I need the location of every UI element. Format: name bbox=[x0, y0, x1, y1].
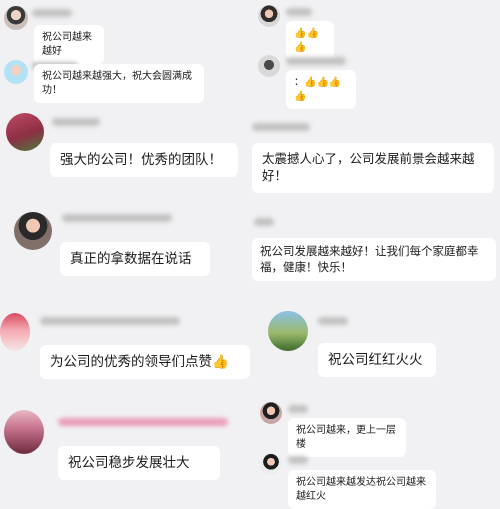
username-blurred bbox=[32, 9, 72, 17]
comment-bubble: 祝公司稳步发展壮大 bbox=[58, 446, 220, 481]
comment-text: ：👍👍👍👍 bbox=[294, 77, 342, 102]
comment-bubble: 祝公司越来，更上一层楼 bbox=[288, 418, 406, 457]
avatar[interactable] bbox=[260, 402, 282, 424]
username-blurred bbox=[62, 214, 172, 222]
comment-text: 强大的公司！优秀的团队！ bbox=[60, 152, 222, 168]
comment-text: 祝公司红红火火 bbox=[328, 352, 423, 368]
comment-bubble: 👍👍👍 bbox=[286, 21, 334, 60]
username-blurred bbox=[52, 118, 100, 126]
thumbs-up-icon: 👍 bbox=[212, 354, 229, 370]
avatar[interactable] bbox=[4, 6, 28, 30]
comment-bubble: 祝公司越来越强大，祝大会圆满成功！ bbox=[34, 64, 204, 103]
avatar[interactable] bbox=[4, 410, 44, 454]
comment-text: 👍👍👍 bbox=[294, 28, 319, 53]
comment-bubble: 祝公司发展越来越好！让我们每个家庭都幸福，健康！快乐！ bbox=[252, 238, 496, 282]
comment-text: 祝公司发展越来越好！让我们每个家庭都幸福，健康！快乐！ bbox=[260, 244, 479, 274]
comment-text: 太震撼人心了，公司发展前景会越来越好！ bbox=[262, 151, 475, 183]
avatar[interactable] bbox=[258, 55, 280, 77]
username-blurred bbox=[288, 456, 308, 464]
comment-bubble: 祝公司越来越发达祝公司越来越红火 bbox=[288, 470, 436, 509]
avatar[interactable] bbox=[4, 60, 28, 84]
comment-text: 祝公司越来越发达祝公司越来越红火 bbox=[296, 477, 426, 502]
username-blurred bbox=[318, 317, 348, 325]
username-blurred bbox=[40, 317, 180, 325]
username-blurred bbox=[286, 8, 312, 16]
comment-text: 为公司的优秀的领导们点赞 bbox=[50, 354, 212, 370]
comment-bubble: 太震撼人心了，公司发展前景会越来越好！ bbox=[252, 143, 494, 193]
comment-text: 祝公司越来越好 bbox=[42, 32, 92, 57]
avatar[interactable] bbox=[268, 311, 308, 351]
comment-bubble: 祝公司红红火火 bbox=[318, 343, 436, 378]
comment-text: 祝公司越来越强大，祝大会圆满成功！ bbox=[42, 71, 192, 96]
username-blurred bbox=[286, 57, 346, 65]
username-blurred bbox=[252, 123, 310, 131]
username-blurred bbox=[58, 418, 228, 426]
avatar[interactable] bbox=[14, 212, 52, 250]
avatar[interactable] bbox=[258, 5, 280, 27]
comment-bubble: 真正的拿数据在说话 bbox=[60, 242, 210, 277]
avatar[interactable] bbox=[0, 313, 30, 351]
comment-text: 祝公司越来，更上一层楼 bbox=[296, 425, 396, 450]
username-blurred bbox=[254, 218, 274, 226]
comment-text: 真正的拿数据在说话 bbox=[70, 251, 192, 267]
comment-text: 祝公司稳步发展壮大 bbox=[68, 455, 190, 471]
username-blurred bbox=[288, 405, 308, 413]
comment-bubble: ：👍👍👍👍 bbox=[286, 70, 356, 109]
avatar[interactable] bbox=[6, 113, 44, 151]
comment-bubble: 为公司的优秀的领导们点赞👍 bbox=[40, 345, 250, 380]
comment-bubble: 祝公司越来越好 bbox=[34, 25, 104, 64]
avatar[interactable] bbox=[260, 453, 282, 475]
comment-bubble: 强大的公司！优秀的团队！ bbox=[50, 143, 238, 178]
